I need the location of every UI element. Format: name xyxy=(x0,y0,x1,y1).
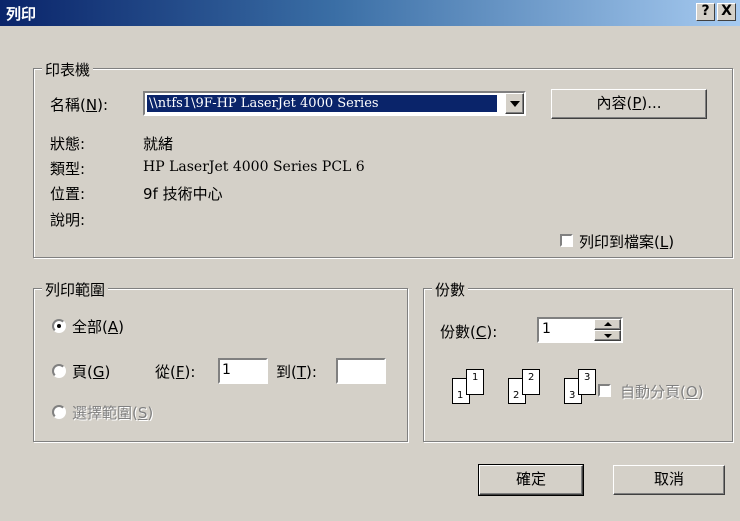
radio-selected-dot xyxy=(57,324,61,328)
printer-select[interactable]: \\ntfs1\9F-HP LaserJet 4000 Series xyxy=(143,91,526,116)
collate-page-3b: 3 xyxy=(578,369,596,395)
name-label: 名稱(N): xyxy=(50,96,108,114)
chevron-down-icon xyxy=(510,101,520,107)
dialog-title: 列印 xyxy=(6,5,37,23)
printer-dropdown-button[interactable] xyxy=(505,93,524,114)
range-pages-radio[interactable] xyxy=(52,364,66,378)
status-value: 就緒 xyxy=(143,135,174,153)
title-bar: 列印 ? X xyxy=(0,0,740,26)
print-dialog: 列印 ? X 印表機 名稱(N): \\ntfs1\9F-HP LaserJet… xyxy=(0,0,740,521)
copies-up-button[interactable] xyxy=(594,319,621,330)
to-label: 到(T): xyxy=(276,363,317,381)
from-label: 從(F): xyxy=(155,363,196,381)
copies-group: 份數 xyxy=(423,279,733,442)
type-value: HP LaserJet 4000 Series PCL 6 xyxy=(143,159,365,175)
arrow-down-icon xyxy=(604,334,612,338)
collate-page-2b: 2 xyxy=(522,369,540,395)
cancel-button[interactable]: 取消 xyxy=(613,465,725,495)
copies-spinner[interactable]: 1 xyxy=(537,317,623,343)
comment-label: 說明: xyxy=(50,211,86,229)
copies-count-label: 份數(C): xyxy=(440,323,498,341)
print-to-file-checkbox[interactable] xyxy=(560,234,573,247)
collate-page-1b: 1 xyxy=(466,369,484,395)
print-range-legend: 列印範圍 xyxy=(42,279,109,300)
copies-legend: 份數 xyxy=(432,279,469,300)
range-selection-radio[interactable] xyxy=(52,405,66,419)
collate-checkbox[interactable] xyxy=(598,384,611,397)
copies-count-input[interactable]: 1 xyxy=(542,321,551,337)
range-all-label: 全部(A) xyxy=(72,318,124,336)
range-selection-label: 選擇範圍(S) xyxy=(72,404,154,422)
location-label: 位置: xyxy=(50,185,86,203)
properties-button[interactable]: 內容(P)... xyxy=(551,89,707,119)
range-all-radio[interactable] xyxy=(52,319,66,333)
from-page-input[interactable]: 1 xyxy=(218,358,268,384)
to-page-input[interactable] xyxy=(336,358,386,384)
copies-down-button[interactable] xyxy=(594,330,621,341)
collate-label: 自動分頁(O) xyxy=(620,383,704,401)
ok-button[interactable]: 確定 xyxy=(478,464,584,496)
status-label: 狀態: xyxy=(50,135,86,153)
printer-select-value: \\ntfs1\9F-HP LaserJet 4000 Series xyxy=(147,95,497,112)
close-button[interactable]: X xyxy=(717,3,736,21)
print-to-file-label: 列印到檔案(L) xyxy=(579,233,675,251)
type-label: 類型: xyxy=(50,160,86,178)
location-value: 9f 技術中心 xyxy=(143,185,223,203)
arrow-up-icon xyxy=(604,322,612,326)
help-button[interactable]: ? xyxy=(696,3,715,21)
printer-legend: 印表機 xyxy=(42,59,94,80)
range-pages-label: 頁(G) xyxy=(72,363,111,381)
